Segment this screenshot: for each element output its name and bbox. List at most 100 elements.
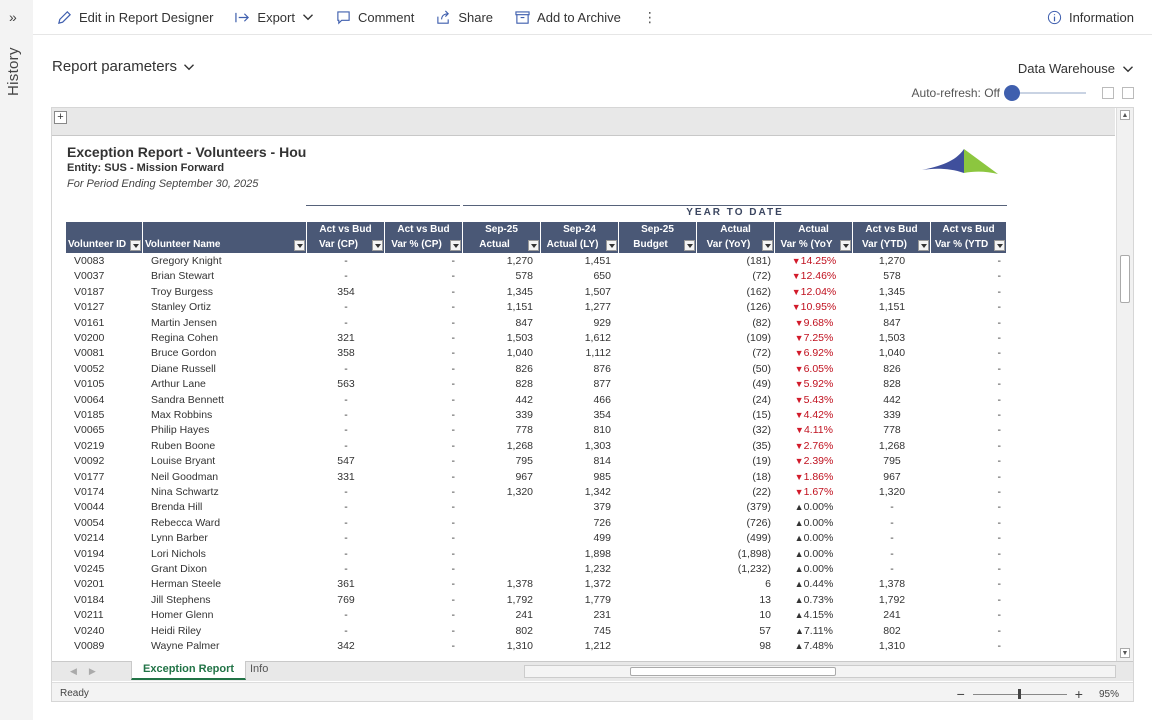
- table-row[interactable]: V0054 Rebecca Ward - - 726 (726) 0.00% - -: [66, 516, 1007, 531]
- table-row[interactable]: V0052 Diane Russell - - 826 876 (50) 6.05% 826 -: [66, 362, 1007, 377]
- cell-ly: 499: [593, 532, 611, 545]
- tab-info[interactable]: Info: [239, 661, 279, 680]
- share-button[interactable]: Share: [436, 0, 493, 35]
- filter-dropdown-icon[interactable]: [450, 240, 461, 251]
- cell-var-cp: -: [344, 516, 348, 529]
- cell-var-yoy: 57: [759, 624, 771, 637]
- comment-button[interactable]: Comment: [336, 0, 414, 35]
- tab-nav-arrows[interactable]: ◀▶: [70, 666, 108, 677]
- table-row[interactable]: V0083 Gregory Knight - - 1,270 1,451 (181) 14.2…: [66, 254, 1007, 269]
- table-row[interactable]: V0044 Brenda Hill - - 379 (379) 0.00% - -: [66, 500, 1007, 515]
- table-row[interactable]: V0105 Arthur Lane 563 - 828 877 (49) 5.92% 828 -: [66, 377, 1007, 392]
- scroll-down-icon[interactable]: ▼: [1120, 648, 1130, 658]
- auto-refresh-slider[interactable]: [1004, 85, 1086, 101]
- cell-varp-cp: -: [451, 455, 456, 468]
- yoy-percent-cell: 0.00%: [775, 562, 853, 577]
- filter-dropdown-icon[interactable]: [606, 240, 617, 251]
- table-row[interactable]: V0240 Heidi Riley - - 802 745 57 7.11% 802 -: [66, 624, 1007, 639]
- grid-icon[interactable]: [1122, 87, 1134, 99]
- expand-icon[interactable]: [1102, 87, 1114, 99]
- filter-dropdown-icon[interactable]: [994, 240, 1005, 251]
- table-row[interactable]: V0089 Wayne Palmer 342 - 1,310 1,212 98 7.48% 1,…: [66, 639, 1007, 654]
- table-row[interactable]: V0214 Lynn Barber - - 499 (499) 0.00% - -: [66, 531, 1007, 546]
- main-panel: Edit in Report Designer Export Comment S…: [33, 0, 1152, 720]
- column-header-line1: Act vs Bud: [865, 224, 918, 235]
- information-button[interactable]: Information: [1047, 0, 1134, 35]
- scroll-thumb[interactable]: [1120, 255, 1130, 303]
- filter-dropdown-icon[interactable]: [684, 240, 695, 251]
- cell-id: V0044: [74, 501, 105, 514]
- horizontal-scroll-thumb[interactable]: [630, 667, 836, 676]
- cell-var-ytd: 339: [883, 409, 901, 421]
- zoom-in-button[interactable]: +: [1075, 686, 1083, 701]
- cell-bud: [619, 500, 697, 515]
- table-row[interactable]: V0092 Louise Bryant 547 - 795 814 (19) 2.39% 795…: [66, 454, 1007, 469]
- tab-exception-report[interactable]: Exception Report: [131, 661, 247, 680]
- cell-varp-ytd: -: [997, 347, 1002, 360]
- add-to-archive-button[interactable]: Add to Archive: [515, 0, 621, 35]
- table-row[interactable]: V0184 Jill Stephens 769 - 1,792 1,779 13 0.73% 1…: [66, 593, 1007, 608]
- cell-varp-ytd: -: [997, 624, 1002, 637]
- expand-history-icon[interactable]: »: [9, 9, 17, 25]
- table-row[interactable]: V0211 Homer Glenn - - 241 231 10 4.15% 241 -: [66, 608, 1007, 623]
- cell-name: Wayne Palmer: [151, 640, 220, 652]
- slider-knob[interactable]: [1004, 85, 1020, 101]
- report-parameters-toggle[interactable]: Report parameters: [52, 58, 195, 75]
- filter-dropdown-icon[interactable]: [918, 240, 929, 251]
- filter-dropdown-icon[interactable]: [372, 240, 383, 251]
- column-header-line1: Sep-24: [563, 224, 596, 235]
- zoom-knob[interactable]: [1017, 688, 1021, 699]
- cell-var-yoy: (18): [752, 470, 771, 483]
- cell-var-yoy: 13: [759, 593, 771, 606]
- cell-act: 778: [515, 424, 533, 437]
- table-row[interactable]: V0177 Neil Goodman 331 - 967 985 (18) 1.86% 967 -: [66, 470, 1007, 485]
- table-row[interactable]: V0127 Stanley Ortiz - - 1,151 1,277 (126) 10.95…: [66, 300, 1007, 315]
- scroll-up-icon[interactable]: ▲: [1120, 110, 1130, 120]
- table-row[interactable]: V0185 Max Robbins - - 339 354 (15) 4.42% 339 -: [66, 408, 1007, 423]
- cell-id: V0201: [74, 578, 105, 591]
- table-row[interactable]: V0037 Brian Stewart - - 578 650 (72) 12.46% 578 -: [66, 269, 1007, 284]
- table-row[interactable]: V0201 Herman Steele 361 - 1,378 1,372 6 0.44% 1,…: [66, 577, 1007, 592]
- rule-line: [306, 205, 460, 206]
- cell-ly: 810: [593, 424, 611, 437]
- export-button[interactable]: Export: [235, 0, 314, 35]
- table-row[interactable]: V0065 Philip Hayes - - 778 810 (32) 4.11% 778 -: [66, 423, 1007, 438]
- yoy-percent-cell: 5.43%: [775, 393, 853, 408]
- expand-outline-icon[interactable]: +: [54, 111, 67, 124]
- cell-name: Heidi Riley: [151, 624, 202, 637]
- zoom-out-button[interactable]: −: [957, 686, 965, 701]
- cell-bud: [619, 454, 697, 469]
- edit-in-designer-button[interactable]: Edit in Report Designer: [57, 0, 213, 35]
- cell-varp-ytd: -: [997, 424, 1002, 437]
- table-row[interactable]: V0245 Grant Dixon - - 1,232 (1,232) 0.00% - -: [66, 562, 1007, 577]
- table-row[interactable]: V0161 Martin Jensen - - 847 929 (82) 9.68% 847 -: [66, 316, 1007, 331]
- cell-var-cp: -: [344, 547, 348, 560]
- filter-dropdown-icon[interactable]: [528, 240, 539, 251]
- vertical-scrollbar[interactable]: ▲ ▼: [1116, 108, 1133, 661]
- table-row[interactable]: V0219 Ruben Boone - - 1,268 1,303 (35) 2.76% 1,2…: [66, 439, 1007, 454]
- zoom-slider[interactable]: [972, 688, 1067, 699]
- table-row[interactable]: V0081 Bruce Gordon 358 - 1,040 1,112 (72) 6.92%…: [66, 346, 1007, 361]
- cell-name: Louise Bryant: [151, 455, 216, 468]
- cell-var-cp: -: [344, 486, 348, 498]
- data-source-dropdown[interactable]: Data Warehouse: [1018, 61, 1134, 76]
- table-row[interactable]: V0174 Nina Schwartz - - 1,320 1,342 (22) 1.67% 1…: [66, 485, 1007, 500]
- filter-dropdown-icon[interactable]: [762, 240, 773, 251]
- cell-varp-cp: -: [451, 301, 456, 314]
- table-row[interactable]: V0187 Troy Burgess 354 - 1,345 1,507 (162) 12.0…: [66, 285, 1007, 300]
- table-row[interactable]: V0200 Regina Cohen 321 - 1,503 1,612 (109) 7.25…: [66, 331, 1007, 346]
- table-row[interactable]: V0194 Lori Nichols - - 1,898 (1,898) 0.00% - -: [66, 547, 1007, 562]
- cell-var-cp: -: [344, 624, 348, 637]
- yoy-percent-value: 0.00%: [803, 547, 834, 560]
- filter-dropdown-icon[interactable]: [840, 240, 851, 251]
- cell-var-cp: -: [344, 362, 348, 375]
- yoy-percent-value: 2.76%: [803, 439, 834, 452]
- more-options-icon[interactable]: ⋮: [643, 9, 657, 26]
- table-row[interactable]: V0064 Sandra Bennett - - 442 466 (24) 5.43% 442 -: [66, 393, 1007, 408]
- cell-bud: [619, 439, 697, 454]
- horizontal-scrollbar[interactable]: [524, 665, 1116, 678]
- filter-dropdown-icon[interactable]: [294, 240, 305, 251]
- yoy-percent-value: 4.15%: [803, 609, 834, 622]
- history-label[interactable]: History: [5, 47, 22, 96]
- filter-dropdown-icon[interactable]: [130, 240, 141, 251]
